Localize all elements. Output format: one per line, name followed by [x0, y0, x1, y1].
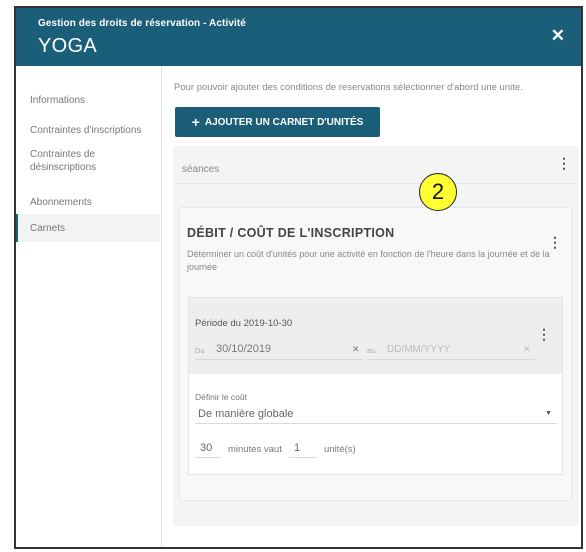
- cost-rule: 30 minutes vaut 1 unité(s): [195, 440, 555, 462]
- cost-card: DÉBIT / COÛT DE L'INSCRIPTION Déterminer…: [180, 208, 571, 500]
- minutes-input[interactable]: 30: [195, 440, 221, 458]
- modal-subtitle: Gestion des droits de réservation - Acti…: [38, 18, 246, 29]
- from-date-input[interactable]: 30/10/2019: [216, 343, 271, 355]
- kebab-menu-icon[interactable]: ⋮: [537, 326, 551, 343]
- clear-to-date-icon[interactable]: ✕: [523, 344, 531, 355]
- cost-mode-value: De manière globale: [198, 408, 294, 420]
- modal-dialog: Gestion des droits de réservation - Acti…: [14, 6, 583, 549]
- cost-label: Définir le coût: [195, 392, 247, 402]
- date-range: Du 30/10/2019 ✕ au DD/MM/YYYY ✕: [195, 340, 535, 360]
- sidebar-item-abonnements[interactable]: Abonnements: [16, 196, 160, 209]
- step-badge: 2: [419, 173, 457, 211]
- sidebar-item-contraintes-inscriptions[interactable]: Contraintes d'inscriptions: [16, 124, 160, 137]
- to-prefix: au: [367, 346, 376, 355]
- unit-panel: séances ⋮ DÉBIT / COÛT DE L'INSCRIPTION …: [173, 146, 579, 526]
- period-title: Période du 2019-10-30: [195, 318, 293, 329]
- units-input[interactable]: 1: [289, 440, 317, 458]
- from-prefix: Du: [195, 346, 205, 355]
- plus-icon: +: [191, 114, 200, 130]
- modal-header: Gestion des droits de réservation - Acti…: [16, 8, 581, 66]
- dropdown-arrow-icon: ▼: [545, 410, 552, 417]
- kebab-menu-icon[interactable]: ⋮: [548, 234, 562, 251]
- to-date-input[interactable]: DD/MM/YYYY: [387, 344, 450, 355]
- units-text: unité(s): [324, 444, 356, 455]
- card-description: Déterminer un coût d'unités pour une act…: [187, 249, 550, 272]
- from-date-underline: [195, 359, 363, 360]
- sidebar: Informations Contraintes d'inscriptions …: [16, 66, 162, 547]
- main-content: Pour pouvoir ajouter des conditions de r…: [162, 66, 581, 547]
- clear-from-date-icon[interactable]: ✕: [352, 344, 360, 355]
- kebab-menu-icon[interactable]: ⋮: [557, 155, 571, 172]
- sidebar-item-contraintes-desinscriptions[interactable]: Contraintes de désinscriptions: [16, 148, 136, 174]
- sidebar-item-carnets[interactable]: Carnets: [16, 214, 160, 242]
- period-header: Période du 2019-10-30 ⋮ Du 30/10/2019 ✕ …: [189, 298, 562, 374]
- to-date-underline: [367, 359, 535, 360]
- close-icon[interactable]: ✕: [551, 26, 565, 46]
- add-unit-book-button[interactable]: + AJOUTER UN CARNET D'UNITÉS: [175, 107, 380, 137]
- unit-panel-header: séances ⋮: [173, 146, 579, 184]
- unit-name: séances: [182, 164, 220, 175]
- add-unit-book-label: AJOUTER UN CARNET D'UNITÉS: [204, 116, 364, 128]
- sidebar-item-informations[interactable]: Informations: [16, 94, 160, 107]
- cost-mode-select[interactable]: De manière globale ▼: [195, 406, 557, 424]
- modal-title: YOGA: [38, 35, 97, 57]
- hint-text: Pour pouvoir ajouter des conditions de r…: [174, 82, 523, 93]
- period-block: Période du 2019-10-30 ⋮ Du 30/10/2019 ✕ …: [188, 297, 563, 475]
- card-title: DÉBIT / COÛT DE L'INSCRIPTION: [187, 226, 395, 240]
- minutes-text: minutes vaut: [228, 444, 282, 455]
